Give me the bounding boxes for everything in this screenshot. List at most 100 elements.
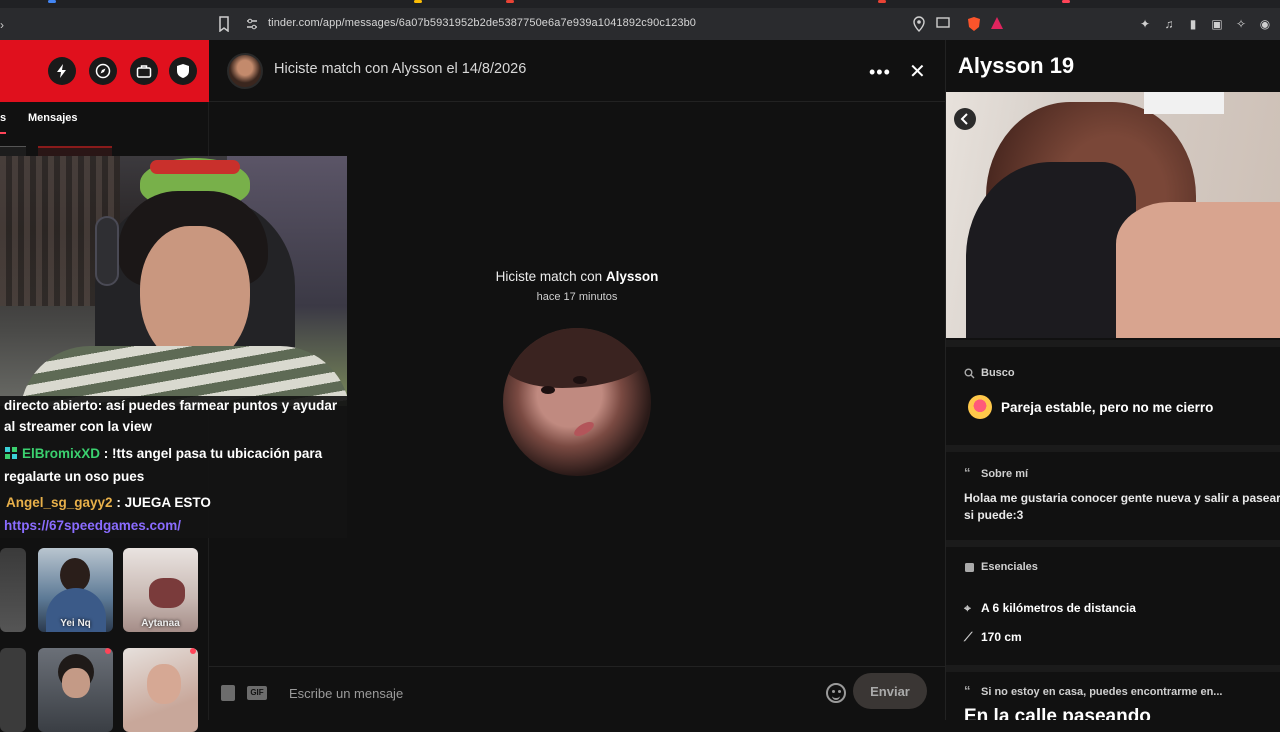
section-essentials: Esenciales ⌖ A 6 kilómetros de distancia … (946, 540, 1280, 660)
media-icon[interactable]: ♫ (1162, 17, 1176, 31)
stream-chat-message: ElBromixXD : !tts angel pasa tu ubicació… (4, 442, 322, 465)
emoji-icon[interactable] (826, 683, 846, 703)
height-row: ⟋ 170 cm (964, 630, 1022, 645)
photo-detail (966, 162, 1136, 338)
tile-photo (147, 664, 181, 704)
back-icon[interactable]: › (0, 18, 4, 32)
new-indicator (105, 648, 111, 654)
about-text: Holaa me gustaria conocer gente nueva y … (964, 491, 1280, 522)
quote-icon: “ (964, 683, 971, 698)
briefcase-icon (136, 65, 152, 78)
safety-button[interactable] (169, 57, 197, 85)
sub-badge-icon (5, 447, 17, 459)
tab-messages[interactable]: Mensajes (28, 112, 78, 124)
tile-name: Aytanaa (141, 618, 180, 629)
stream-chat-line: directo abierto: así puedes farmear punt… (4, 398, 338, 413)
chat-username: ElBromixXD (22, 446, 101, 461)
sidebar-icon[interactable]: ▮ (1186, 17, 1200, 31)
site-settings-icon[interactable] (245, 17, 259, 31)
send-button[interactable]: Enviar (853, 673, 927, 709)
quote-icon: “ (964, 465, 971, 480)
heart-eyes-emoji-icon (968, 395, 992, 419)
sticker-icon[interactable] (221, 685, 235, 701)
match-avatar[interactable] (227, 53, 263, 89)
boost-button[interactable] (48, 57, 76, 85)
tile-name: Yei Nq (60, 618, 91, 629)
photo-detail (571, 419, 597, 439)
tab-indicator (506, 0, 514, 3)
profile-photo[interactable] (946, 92, 1280, 338)
tab-matches[interactable]: s (0, 112, 6, 124)
photo-detail (1144, 92, 1224, 114)
section-label: Sobre mí (981, 468, 1029, 480)
chat-link[interactable]: https://67speedgames.com/ (4, 514, 181, 537)
profile-icon[interactable]: ◉ (1258, 17, 1272, 31)
work-mode-button[interactable] (130, 57, 158, 85)
match-photo[interactable] (503, 328, 651, 476)
stream-chat-line: regalarte un oso pues (4, 469, 145, 484)
cast-icon[interactable] (936, 16, 950, 30)
webcam-detail (140, 226, 250, 366)
chevron-left-icon (960, 113, 968, 125)
tile-photo (62, 668, 90, 698)
close-button[interactable]: ✕ (909, 59, 926, 84)
match-tile[interactable] (0, 648, 26, 732)
wallet-icon[interactable]: ▣ (1210, 17, 1224, 31)
tab-indicator (48, 0, 56, 3)
photo-detail (541, 386, 555, 394)
previous-photo-button[interactable] (954, 108, 976, 130)
photo-detail (1116, 202, 1280, 338)
extension-toolbar: ✦ ♫ ▮ ▣ ✧ ◉ (1138, 14, 1280, 34)
stream-chat-overlay: directo abierto: así puedes farmear punt… (0, 396, 347, 538)
match-tile[interactable] (0, 548, 26, 632)
tab-indicator (414, 0, 422, 3)
url-text[interactable]: tinder.com/app/messages/6a07b5931952b2de… (268, 17, 696, 29)
lightning-icon (57, 64, 66, 78)
chat-title: Hiciste match con Alysson el 14/8/2026 (274, 61, 527, 77)
match-tile[interactable]: Yei Nq (38, 548, 113, 632)
stream-chat-message: Angel_sg_gayy2 : JUEGA ESTO (6, 491, 211, 514)
match-notice-name: Alysson (605, 269, 659, 284)
tab-indicator (878, 0, 886, 3)
explore-button[interactable] (89, 57, 117, 85)
webcam-overlay (0, 156, 347, 406)
browser-tabstrip (0, 0, 1280, 8)
location-icon[interactable] (912, 16, 926, 32)
address-bar[interactable]: › tinder.com/app/messages/6a07b5931952b2… (0, 8, 1280, 40)
match-tile[interactable] (38, 648, 113, 732)
webcam-detail (95, 216, 119, 286)
brave-shield-icon[interactable] (967, 16, 981, 32)
distance-row: ⌖ A 6 kilómetros de distancia (964, 601, 1136, 616)
height-text: 170 cm (981, 630, 1022, 644)
section-label: Si no estoy en casa, puedes encontrarme … (981, 686, 1223, 698)
location-pin-icon: ⌖ (964, 601, 971, 615)
chat-message-text: : JUEGA ESTO (116, 495, 211, 510)
gif-button[interactable]: GIF (247, 686, 267, 700)
new-indicator (190, 648, 196, 654)
stream-chat-line: al streamer con la view (4, 419, 152, 434)
webcam-detail (150, 160, 240, 174)
busco-value: Pareja estable, pero no me cierro (1001, 400, 1214, 415)
rewards-icon[interactable] (990, 16, 1004, 30)
tab-indicator (1062, 0, 1070, 3)
search-icon (964, 368, 975, 379)
match-tile[interactable]: Aytanaa (123, 548, 198, 632)
extensions-icon[interactable]: ✦ (1138, 17, 1152, 31)
chat-username: Angel_sg_gayy2 (6, 495, 113, 510)
tile-photo (60, 558, 90, 592)
ruler-icon: ⟋ (964, 630, 973, 644)
chat-header: Hiciste match con Alysson el 14/8/2026 •… (209, 40, 945, 102)
distance-text: A 6 kilómetros de distancia (981, 601, 1136, 615)
photo-detail (573, 376, 587, 384)
prompt-answer: En la calle paseando (964, 706, 1151, 720)
match-tile[interactable] (123, 648, 198, 732)
leo-icon[interactable]: ✧ (1234, 17, 1248, 31)
sidebar-header (0, 40, 209, 102)
match-notice-text: Hiciste match con (495, 269, 606, 284)
more-options-button[interactable]: ••• (869, 62, 891, 83)
bookmark-icon[interactable] (218, 16, 230, 32)
tile-photo (149, 578, 185, 608)
section-about: “ Sobre mí Holaa me gustaria conocer gen… (946, 445, 1280, 533)
section-prompt: “ Si no estoy en casa, puedes encontrarm… (946, 665, 1280, 720)
message-input[interactable] (289, 681, 809, 705)
